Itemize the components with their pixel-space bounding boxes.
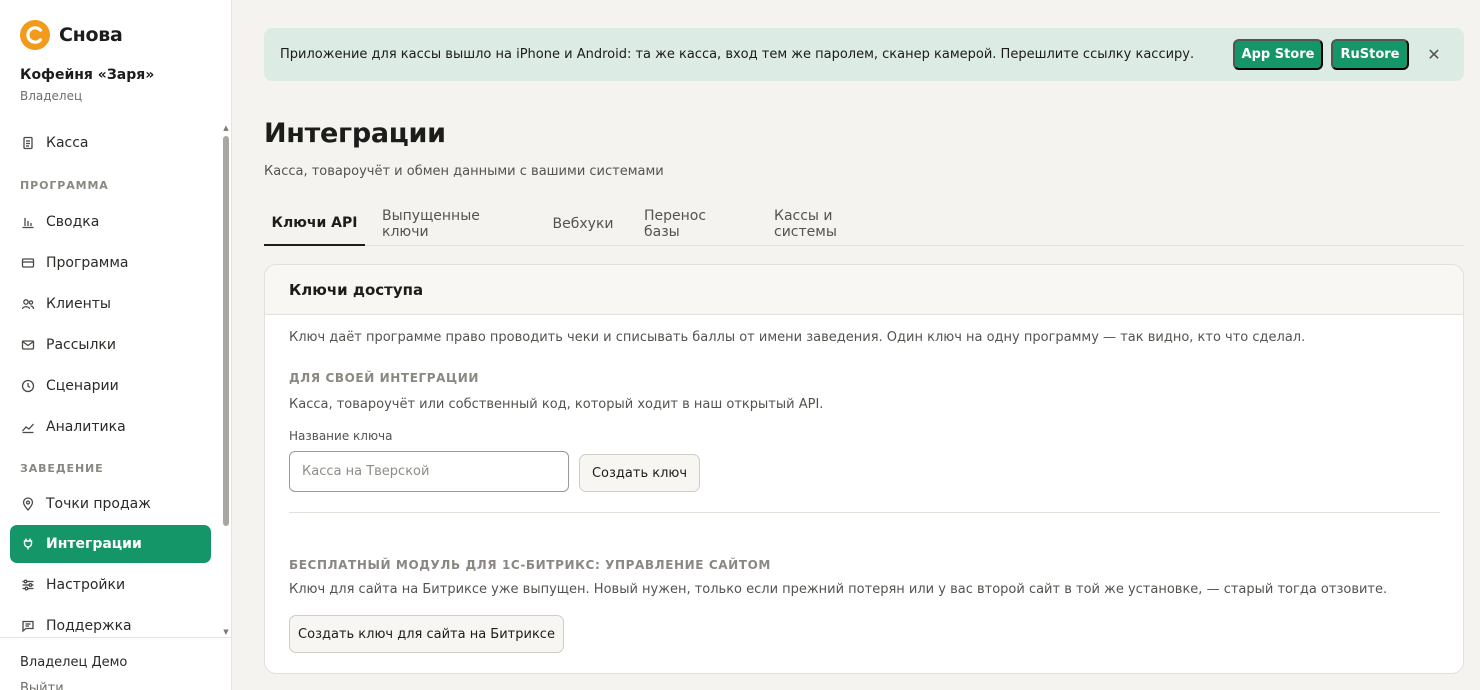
sidebar-item-label: Поддержка xyxy=(46,618,132,634)
sidebar-item-points-of-sale[interactable]: Точки продаж xyxy=(10,485,211,523)
sidebar-item-support[interactable]: Поддержка xyxy=(10,607,211,636)
create-bitrix-key-button[interactable]: Создать ключ для сайта на Битриксе xyxy=(289,615,564,653)
tab-issued-keys[interactable]: Выпущенные ключи xyxy=(382,201,522,246)
access-keys-card: Ключи доступа Ключ даёт программе право … xyxy=(264,264,1464,674)
trend-icon xyxy=(20,419,36,435)
org-name: Кофейня «Заря» xyxy=(20,67,155,83)
bar-chart-icon xyxy=(20,214,36,230)
own-integration-heading: ДЛЯ СВОЕЙ ИНТЕГРАЦИИ xyxy=(289,371,480,385)
sidebar-item-settings[interactable]: Настройки xyxy=(10,566,211,604)
banner-text: Приложение для кассы вышло на iPhone и A… xyxy=(280,47,1195,62)
card-icon xyxy=(20,255,36,271)
sidebar-item-label: Касса xyxy=(46,135,89,151)
scroll-down-arrow-icon[interactable]: ▼ xyxy=(222,628,230,636)
sidebar-scrollbar[interactable]: ▲ ▼ xyxy=(222,124,230,636)
sidebar-item-analytics[interactable]: Аналитика xyxy=(10,408,211,446)
org-role: Владелец xyxy=(20,89,83,103)
app-store-button[interactable]: App Store xyxy=(1233,39,1323,70)
sidebar-item-clients[interactable]: Клиенты xyxy=(10,285,211,323)
sidebar-item-kassa[interactable]: Касса xyxy=(10,124,211,162)
sidebar-item-label: Программа xyxy=(46,255,129,271)
sidebar-item-label: Клиенты xyxy=(46,296,111,312)
brand-logo-icon xyxy=(20,20,50,50)
bitrix-module-text: Ключ для сайта на Битриксе уже выпущен. … xyxy=(289,582,1388,597)
mail-icon xyxy=(20,337,36,353)
brand-name: Снова xyxy=(59,24,123,46)
card-title: Ключи доступа xyxy=(265,265,1463,315)
sidebar-nav: Касса ПРОГРАММА Сводка Программа Клиенты xyxy=(0,124,231,636)
sidebar-item-summary[interactable]: Сводка xyxy=(10,203,211,241)
tab-bar: Ключи API Выпущенные ключи Вебхуки Перен… xyxy=(264,201,1464,246)
card-description: Ключ даёт программе право проводить чеки… xyxy=(289,330,1306,345)
tab-webhooks[interactable]: Вебхуки xyxy=(553,201,614,246)
tab-api-keys[interactable]: Ключи API xyxy=(264,201,365,246)
chat-icon xyxy=(20,618,36,634)
sidebar-item-program[interactable]: Программа xyxy=(10,244,211,282)
logout-link[interactable]: Выйти xyxy=(20,681,64,690)
main-content: Приложение для кассы вышло на iPhone и A… xyxy=(232,0,1480,690)
sidebar-item-label: Сводка xyxy=(46,214,100,230)
clock-icon xyxy=(20,378,36,394)
current-user-name: Владелец Демо xyxy=(20,655,128,670)
page-subtitle: Касса, товароучёт и обмен данными с ваши… xyxy=(264,164,664,179)
sidebar-item-mailings[interactable]: Рассылки xyxy=(10,326,211,364)
brand[interactable]: Снова xyxy=(20,20,123,50)
sidebar-item-label: Сценарии xyxy=(46,378,119,394)
create-key-button[interactable]: Создать ключ xyxy=(579,454,700,492)
sidebar-footer: Владелец Демо Выйти xyxy=(0,637,231,690)
nav-section-venue: ЗАВЕДЕНИЕ xyxy=(20,462,104,475)
sidebar-item-label: Интеграции xyxy=(46,536,142,552)
own-integration-text: Касса, товароучёт или собственный код, к… xyxy=(289,397,824,412)
bitrix-module-heading: БЕСПЛАТНЫЙ МОДУЛЬ ДЛЯ 1С-БИТРИКС: УПРАВЛ… xyxy=(289,558,771,572)
sidebar-item-integrations[interactable]: Интеграции xyxy=(10,525,211,563)
tab-cash-systems[interactable]: Кассы и системы xyxy=(774,201,894,246)
scroll-up-arrow-icon[interactable]: ▲ xyxy=(222,124,230,132)
key-name-label: Название ключа xyxy=(289,429,393,443)
sidebar-item-label: Настройки xyxy=(46,577,126,593)
sidebar-item-label: Аналитика xyxy=(46,419,126,435)
users-icon xyxy=(20,296,36,312)
page-title: Интеграции xyxy=(264,118,446,149)
key-name-input[interactable] xyxy=(289,451,569,492)
sidebar-item-label: Рассылки xyxy=(46,337,116,353)
pin-icon xyxy=(20,496,36,512)
nav-section-program: ПРОГРАММА xyxy=(20,179,109,192)
rustore-button[interactable]: RuStore xyxy=(1331,39,1409,70)
app-banner: Приложение для кассы вышло на iPhone и A… xyxy=(264,28,1464,81)
sliders-icon xyxy=(20,577,36,593)
plug-icon xyxy=(20,536,36,552)
sidebar-item-scenarios[interactable]: Сценарии xyxy=(10,367,211,405)
section-divider xyxy=(289,512,1440,513)
tab-migration[interactable]: Перенос базы xyxy=(644,201,744,246)
scroll-thumb[interactable] xyxy=(223,136,229,526)
close-icon[interactable]: ✕ xyxy=(1424,44,1444,64)
sidebar-item-label: Точки продаж xyxy=(46,496,151,512)
sidebar: Снова Кофейня «Заря» Владелец Касса ПРОГ… xyxy=(0,0,232,690)
receipt-icon xyxy=(20,135,36,151)
